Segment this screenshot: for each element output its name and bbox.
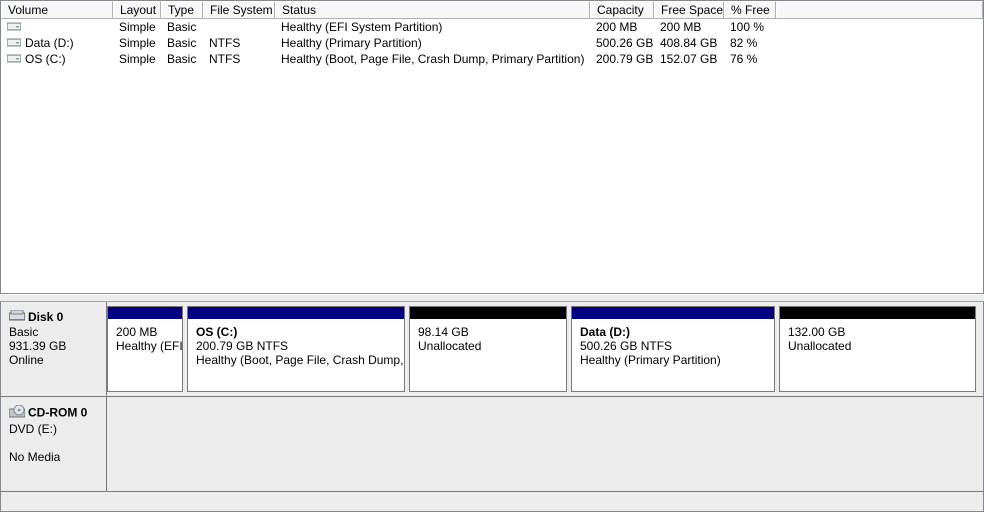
volume-drive-icon: [7, 36, 21, 50]
cdrom-title: CD-ROM 0: [28, 406, 87, 420]
disk0-kind: Basic: [9, 325, 38, 339]
disk0-size: 931.39 GB: [9, 339, 66, 353]
partition-title: Data (D:): [580, 325, 630, 339]
cdrom-line2: DVD (E:): [9, 422, 57, 436]
disk-row-cdrom0[interactable]: CD-ROM 0 DVD (E:) No Media: [1, 397, 983, 492]
disk0-partition-strip: 200 MBHealthy (EFI System Partition)OS (…: [107, 302, 983, 396]
partition-body: 200 MBHealthy (EFI System Partition): [108, 319, 182, 359]
partition-box[interactable]: Data (D:)500.26 GB NTFSHealthy (Primary …: [571, 306, 775, 392]
cell-status: Healthy (EFI System Partition): [275, 20, 590, 34]
volume-name: Data (D:): [25, 36, 74, 50]
col-header-capacity[interactable]: Capacity: [590, 1, 654, 19]
partition-size: 500.26 GB NTFS: [580, 339, 672, 353]
cell-volume: Data (D:): [1, 36, 113, 51]
partition-status: Healthy (EFI System Partition): [116, 339, 182, 353]
cell-freespace: 200 MB: [654, 20, 724, 34]
cell-type: Basic: [161, 52, 203, 66]
cell-volume: [1, 20, 113, 35]
partition-size: 132.00 GB: [788, 325, 845, 339]
partition-size: 98.14 GB: [418, 325, 469, 339]
partition-body: 132.00 GBUnallocated: [780, 319, 975, 359]
cell-capacity: 200.79 GB: [590, 52, 654, 66]
partition-box[interactable]: 132.00 GBUnallocated: [779, 306, 976, 392]
cell-pctfree: 76 %: [724, 52, 776, 66]
cell-status: Healthy (Boot, Page File, Crash Dump, Pr…: [275, 52, 590, 66]
partition-title: OS (C:): [196, 325, 237, 339]
col-header-spacer: [776, 1, 983, 19]
partition-box[interactable]: 200 MBHealthy (EFI System Partition): [107, 306, 183, 392]
disk-info-cdrom0: CD-ROM 0 DVD (E:) No Media: [1, 397, 107, 491]
partition-status: Healthy (Primary Partition): [580, 353, 721, 367]
cell-type: Basic: [161, 36, 203, 50]
col-header-type[interactable]: Type: [161, 1, 203, 19]
cell-pctfree: 100 %: [724, 20, 776, 34]
partition-status: Unallocated: [418, 339, 481, 353]
col-header-pctfree[interactable]: % Free: [724, 1, 776, 19]
volume-row[interactable]: SimpleBasic Healthy (EFI System Partition…: [1, 19, 983, 35]
volume-row[interactable]: OS (C:) SimpleBasicNTFSHealthy (Boot, Pag…: [1, 51, 983, 67]
volume-row[interactable]: Data (D:) SimpleBasicNTFSHealthy (Primary…: [1, 35, 983, 51]
disk-row-disk0[interactable]: Disk 0 Basic 931.39 GB Online 200 MBHeal…: [1, 302, 983, 397]
cell-type: Basic: [161, 20, 203, 34]
disk0-state: Online: [9, 353, 44, 367]
partition-hat: [410, 307, 566, 319]
disk0-title: Disk 0: [28, 310, 63, 324]
partition-body: OS (C:)200.79 GB NTFSHealthy (Boot, Page…: [188, 319, 404, 373]
column-header-row: Volume Layout Type File System Status Ca…: [1, 1, 983, 19]
col-header-filesystem[interactable]: File System: [203, 1, 275, 19]
volume-list-body: SimpleBasicHealthy (EFI System Partition…: [1, 19, 983, 293]
volume-drive-icon: [7, 52, 21, 66]
pane-splitter[interactable]: [0, 294, 984, 302]
partition-body: 98.14 GBUnallocated: [410, 319, 566, 359]
cell-freespace: 408.84 GB: [654, 36, 724, 50]
cell-layout: Simple: [113, 36, 161, 50]
volume-drive-icon: [7, 20, 21, 34]
cell-layout: Simple: [113, 52, 161, 66]
volume-name: OS (C:): [25, 52, 66, 66]
cell-layout: Simple: [113, 20, 161, 34]
cdrom-line3: No Media: [9, 450, 60, 464]
partition-hat: [780, 307, 975, 319]
col-header-status[interactable]: Status: [275, 1, 590, 19]
cell-pctfree: 82 %: [724, 36, 776, 50]
cell-freespace: 152.07 GB: [654, 52, 724, 66]
cell-capacity: 200 MB: [590, 20, 654, 34]
disk-graphical-pane: Disk 0 Basic 931.39 GB Online 200 MBHeal…: [0, 302, 984, 512]
cell-volume: OS (C:): [1, 52, 113, 67]
col-header-layout[interactable]: Layout: [113, 1, 161, 19]
disk-info-disk0: Disk 0 Basic 931.39 GB Online: [1, 302, 107, 396]
partition-box[interactable]: OS (C:)200.79 GB NTFSHealthy (Boot, Page…: [187, 306, 405, 392]
graphical-pane-remainder: [1, 492, 983, 511]
optical-drive-icon: [9, 405, 25, 422]
col-header-volume[interactable]: Volume: [1, 1, 113, 19]
partition-size: 200 MB: [116, 325, 157, 339]
cell-capacity: 500.26 GB: [590, 36, 654, 50]
cdrom-strip: [107, 397, 983, 491]
col-header-freespace[interactable]: Free Space: [654, 1, 724, 19]
partition-size: 200.79 GB NTFS: [196, 339, 288, 353]
partition-box[interactable]: 98.14 GBUnallocated: [409, 306, 567, 392]
volume-list-pane: Volume Layout Type File System Status Ca…: [0, 0, 984, 294]
cell-filesystem: NTFS: [203, 52, 275, 66]
partition-status: Unallocated: [788, 339, 851, 353]
cell-status: Healthy (Primary Partition): [275, 36, 590, 50]
partition-hat: [108, 307, 182, 319]
cell-filesystem: NTFS: [203, 36, 275, 50]
partition-hat: [188, 307, 404, 319]
partition-status: Healthy (Boot, Page File, Crash Dump, Pr…: [196, 353, 404, 367]
disk-icon: [9, 310, 25, 325]
partition-body: Data (D:)500.26 GB NTFSHealthy (Primary …: [572, 319, 774, 373]
partition-hat: [572, 307, 774, 319]
